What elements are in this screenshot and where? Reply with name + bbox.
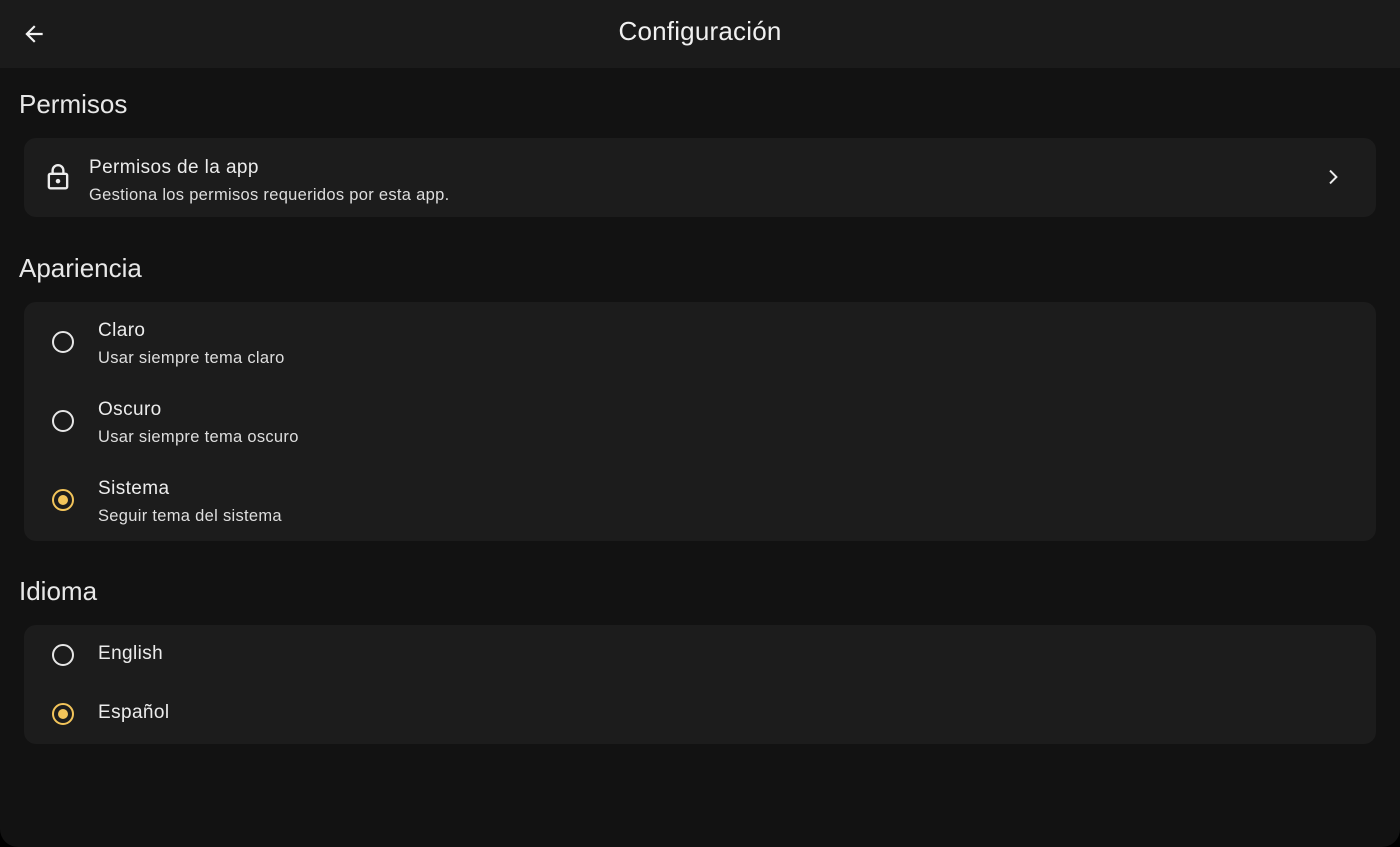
theme-light-subtitle: Usar siempre tema claro [98,349,285,367]
section-title-appearance: Apariencia [19,253,142,283]
theme-option-dark[interactable]: Oscuro Usar siempre tema oscuro [24,382,1376,461]
theme-option-light[interactable]: Claro Usar siempre tema claro [24,302,1376,382]
permissions-card: Permisos de la app Gestiona los permisos… [24,138,1376,217]
app-permissions-title: Permisos de la app [89,157,259,178]
language-spanish-label: Español [98,702,170,723]
theme-system-title: Sistema [98,478,170,499]
theme-light-title: Claro [98,320,146,341]
section-title-language: Idioma [19,576,98,606]
language-spanish-radio[interactable] [52,703,74,725]
section-title-permissions: Permisos [19,89,128,119]
language-english-radio[interactable] [52,644,74,666]
settings-screen: Configuración Permisos Permisos de la ap… [0,0,1400,847]
theme-dark-radio[interactable] [52,410,74,432]
theme-system-radio[interactable] [52,489,74,511]
language-english-label: English [98,643,164,664]
page-title: Configuración [618,16,782,46]
app-bar: Configuración [0,0,1400,68]
language-card: English Español [24,625,1376,744]
language-option-spanish[interactable]: Español [24,684,1376,744]
theme-light-radio[interactable] [52,331,74,353]
language-option-english[interactable]: English [24,625,1376,684]
theme-dark-subtitle: Usar siempre tema oscuro [98,428,299,446]
lock-icon [44,162,72,192]
appearance-card: Claro Usar siempre tema claro Oscuro Usa… [24,302,1376,541]
theme-option-system[interactable]: Sistema Seguir tema del sistema [24,461,1376,541]
app-permissions-subtitle: Gestiona los permisos requeridos por est… [89,186,450,204]
chevron-right-icon [1320,165,1344,189]
theme-dark-title: Oscuro [98,399,162,420]
theme-system-subtitle: Seguir tema del sistema [98,507,282,525]
app-permissions-item[interactable]: Permisos de la app Gestiona los permisos… [24,138,1376,217]
